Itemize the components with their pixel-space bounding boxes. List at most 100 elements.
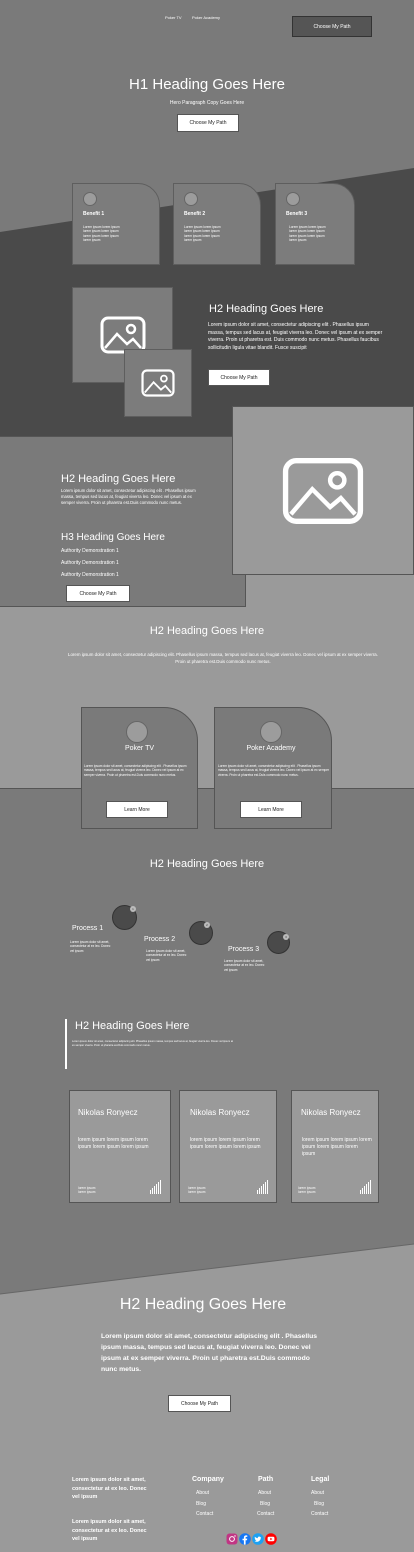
process-step-2-text: Lorem ipsum dolor sit amet, consectetur …: [146, 949, 187, 962]
signal-bars-icon: [360, 1180, 371, 1194]
authority-choose-path-label: Choose My Path: [79, 590, 117, 597]
benefit-card: Benefit 1 Lorem ipsum lorem ipsum lorem …: [72, 183, 160, 265]
benefit-text: Lorem ipsum lorem ipsum lorem ipsum lore…: [83, 225, 120, 242]
footer-link[interactable]: Blog: [314, 1501, 351, 1507]
hero-choose-path-label: Choose My Path: [189, 120, 227, 126]
benefit-text: Lorem ipsum lorem ipsum lorem ipsum lore…: [184, 225, 221, 242]
authority-panel: [0, 436, 246, 607]
path-card-learn-more-label: Learn More: [124, 806, 150, 813]
quote-title: H2 Heading Goes Here: [75, 1020, 190, 1032]
testimonial-card: Nikolas Ronyecz lorem ipsum lorem ipsum …: [69, 1090, 171, 1203]
benefit-icon: [184, 192, 198, 206]
process-step-1-title: Process 1: [72, 925, 104, 932]
footer-link[interactable]: Contact: [196, 1511, 232, 1517]
path-card-learn-more-label: Learn More: [258, 806, 284, 813]
twitter-icon[interactable]: [252, 1533, 264, 1545]
signal-bars-icon: [257, 1180, 268, 1194]
nav-link-poker-academy[interactable]: Poker Academy: [192, 15, 220, 20]
feature-image-small: [124, 349, 192, 417]
path-card-icon: [126, 721, 148, 743]
testimonial-footer-line: lorem ipsum: [298, 1190, 316, 1194]
footer-link[interactable]: About: [258, 1490, 298, 1496]
footer-link[interactable]: Contact: [257, 1511, 298, 1517]
testimonial-name: Nikolas Ronyecz: [190, 1108, 250, 1117]
hero-title: H1 Heading Goes Here: [129, 76, 285, 93]
authority-title: H2 Heading Goes Here: [61, 473, 176, 485]
path-card-title: Poker TV: [124, 745, 155, 752]
authority-image: [232, 406, 414, 575]
testimonial-text: lorem ipsum lorem ipsum lorem ipsum lore…: [302, 1137, 372, 1157]
testimonial-card: Nikolas Ronyecz lorem ipsum lorem ipsum …: [179, 1090, 277, 1203]
feature-title: H2 Heading Goes Here: [209, 303, 324, 315]
authority-item: Authority Demonstration 1: [61, 572, 119, 578]
testimonial-footer-line: lorem ipsum: [78, 1190, 96, 1194]
nav-choose-path-button[interactable]: Choose My Path: [292, 16, 372, 37]
process-step-3-text: Lorem ipsum dolor sit amet, consectetur …: [224, 959, 265, 972]
process-step-1-text: Lorem ipsum dolor sit amet, consectetur …: [70, 940, 111, 953]
process-step-3-title: Process 3: [228, 946, 260, 953]
path-card: Poker TV Lorem ipsum dolor sit amet, con…: [81, 707, 198, 829]
process-step-2-title: Process 2: [144, 936, 176, 943]
authority-item: Authority Demonstration 1: [61, 560, 119, 566]
benefit-title: Benefit 3: [286, 211, 308, 217]
footer-column-path: Path About Blog Contact: [257, 1476, 298, 1517]
footer-column-title: Path: [258, 1476, 274, 1483]
path-card-text: Lorem ipsum dolor sit amet, consectetur …: [84, 764, 187, 777]
footer-link[interactable]: Contact: [311, 1511, 351, 1517]
social-icons: [226, 1533, 280, 1546]
signal-bars-icon: [150, 1180, 161, 1194]
path-card-learn-more-button[interactable]: Learn More: [106, 801, 168, 818]
cta-choose-path-button[interactable]: Choose My Path: [168, 1395, 231, 1412]
footer-column-company: Company About Blog Contact: [192, 1476, 232, 1517]
cta-text: Lorem ipsum dolor sit amet, consectetur …: [101, 1333, 318, 1373]
path-card-text: Lorem ipsum dolor sit amet, consectetur …: [218, 764, 330, 777]
process-step-1-badge: 1: [130, 906, 136, 912]
facebook-icon[interactable]: [239, 1533, 251, 1545]
path-card: Poker Academy Lorem ipsum dolor sit amet…: [214, 707, 332, 829]
path-card-title: Poker Academy: [246, 745, 296, 752]
cta-title: H2 Heading Goes Here: [119, 1296, 287, 1313]
authority-item: Authority Demonstration 1: [61, 548, 119, 554]
footer-about-2: Lorem ipsum dolor sit amet, consectetur …: [72, 1519, 147, 1542]
nav-choose-path-label: Choose My Path: [313, 23, 351, 30]
instagram-icon[interactable]: [226, 1533, 238, 1545]
hero-choose-path-button[interactable]: Choose My Path: [177, 114, 239, 132]
benefit-card: Benefit 3 Lorem ipsum lorem ipsum lorem …: [275, 183, 355, 265]
cta-choose-path-label: Choose My Path: [181, 1400, 218, 1407]
footer-link[interactable]: About: [311, 1490, 351, 1496]
nav-link-poker-tv[interactable]: Poker TV: [165, 15, 182, 20]
benefit-text: Lorem ipsum lorem ipsum lorem ipsum lore…: [289, 225, 326, 242]
footer-about-1: Lorem ipsum dolor sit amet, consectetur …: [72, 1477, 147, 1500]
image-icon: [282, 457, 364, 524]
footer-column-title: Company: [192, 1476, 224, 1483]
paths-section: H2 Heading Goes Here Lorem ipsum dolor s…: [0, 607, 414, 788]
path-card-learn-more-button[interactable]: Learn More: [240, 801, 302, 818]
footer-link[interactable]: Blog: [260, 1501, 298, 1507]
testimonial-text: lorem ipsum lorem ipsum lorem ipsum lore…: [190, 1137, 261, 1150]
testimonial-name: Nikolas Ronyecz: [78, 1108, 138, 1117]
footer-link[interactable]: Blog: [196, 1501, 232, 1507]
hero-section: Poker TV Poker Academy Choose My Path H1…: [0, 0, 414, 436]
feature-choose-path-button[interactable]: Choose My Path: [208, 369, 270, 386]
path-card-icon: [260, 721, 282, 743]
authority-subtitle: H3 Heading Goes Here: [61, 532, 165, 543]
authority-text: Lorem ipsum dolor sit amet, consectetur …: [61, 488, 196, 505]
quote-bar: [65, 1019, 67, 1069]
benefit-icon: [286, 192, 300, 206]
feature-choose-path-label: Choose My Path: [220, 374, 258, 381]
youtube-icon[interactable]: [265, 1533, 277, 1545]
authority-choose-path-button[interactable]: Choose My Path: [66, 585, 130, 602]
testimonial-text: lorem ipsum lorem ipsum lorem ipsum lore…: [78, 1137, 149, 1150]
hero-subtitle: Hero Paragraph Copy Goes Here: [169, 100, 245, 106]
paths-title: H2 Heading Goes Here: [149, 625, 265, 637]
footer-link[interactable]: About: [196, 1490, 232, 1496]
footer-column-title: Legal: [311, 1476, 330, 1483]
paths-text: Lorem ipsum dolor sit amet, consectetur …: [68, 652, 378, 664]
benefit-title: Benefit 2: [184, 211, 206, 217]
process-step-3-badge: 3: [283, 934, 289, 940]
benefit-title: Benefit 1: [83, 211, 105, 217]
process-step-2-badge: 2: [204, 922, 210, 928]
testimonial-name: Nikolas Ronyecz: [301, 1108, 361, 1117]
image-icon: [141, 369, 175, 397]
process-title: H2 Heading Goes Here: [149, 858, 265, 870]
